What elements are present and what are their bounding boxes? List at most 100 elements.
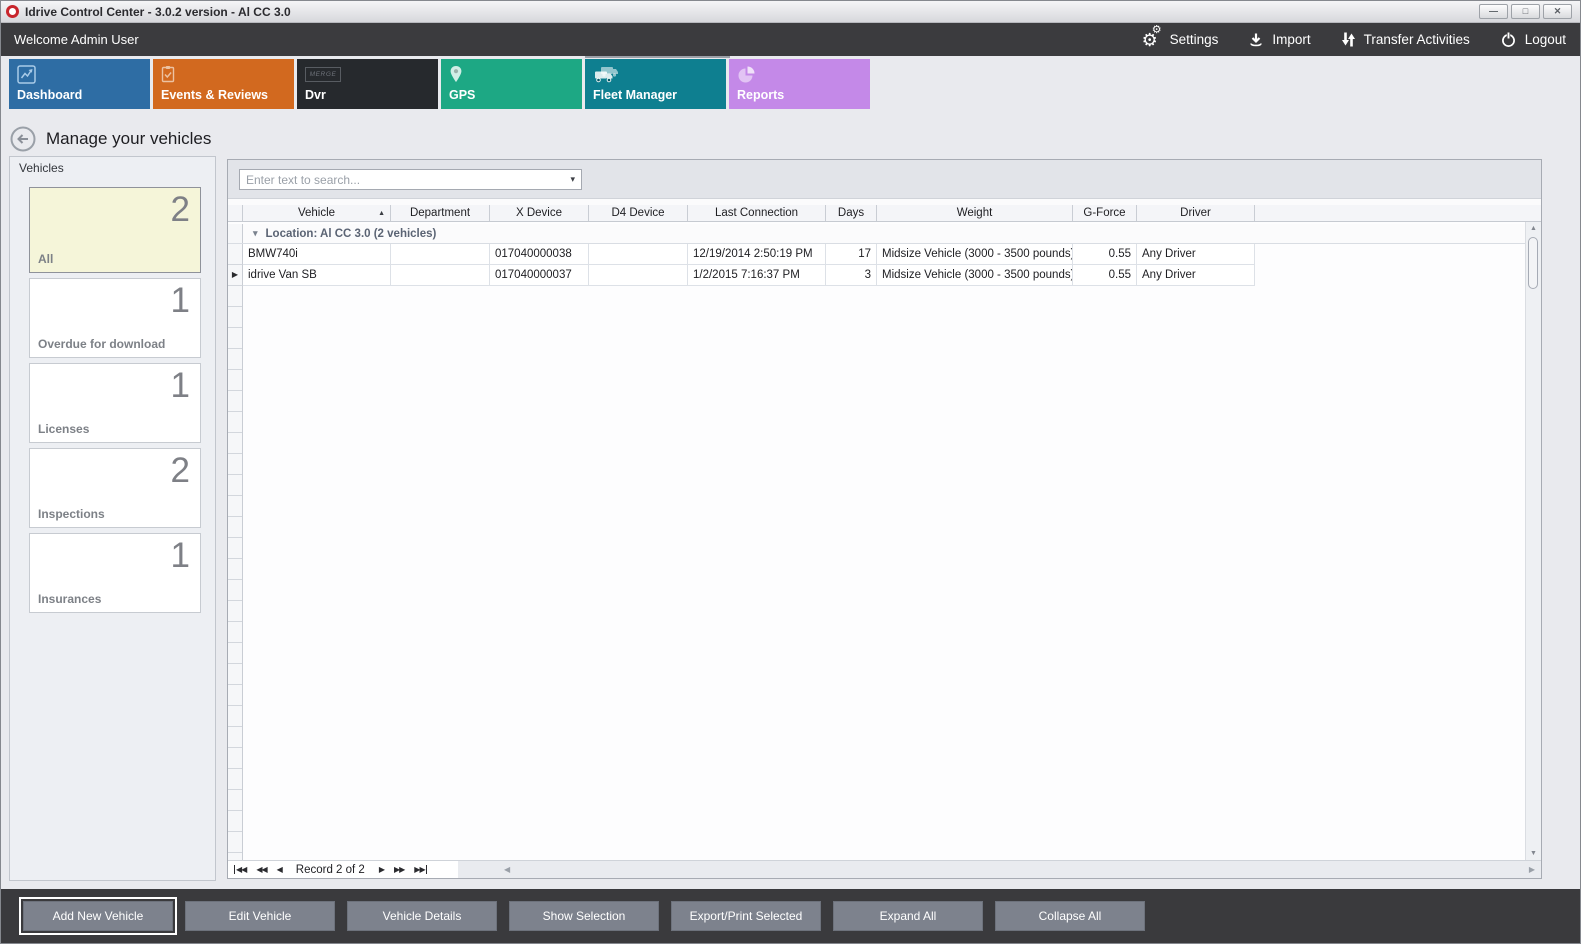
scroll-left-icon[interactable]: ◀ bbox=[504, 861, 510, 878]
column-header-driver[interactable]: Driver bbox=[1137, 205, 1255, 221]
search-input[interactable] bbox=[240, 173, 570, 187]
tab-gps[interactable]: GPS bbox=[441, 59, 582, 109]
column-header-vehicle[interactable]: Vehicle ▲ bbox=[243, 205, 391, 221]
tab-label: Dashboard bbox=[17, 88, 82, 102]
card-inspections[interactable]: 2 Inspections bbox=[29, 448, 201, 528]
collapse-all-button[interactable]: Collapse All bbox=[995, 901, 1145, 931]
prev-page-button[interactable]: ◀◀ bbox=[256, 865, 266, 874]
card-label: Inspections bbox=[38, 507, 105, 521]
last-record-button[interactable]: ▶▶ bbox=[414, 865, 426, 874]
transfer-arrows-icon bbox=[1341, 31, 1356, 48]
tab-label: Dvr bbox=[305, 88, 326, 102]
close-button[interactable]: ✕ bbox=[1543, 4, 1572, 19]
logout-button[interactable]: Logout bbox=[1500, 31, 1566, 48]
card-all[interactable]: 2 All bbox=[29, 187, 201, 273]
empty-row-indicator-column bbox=[228, 286, 243, 860]
cell-weight: Midsize Vehicle (3000 - 3500 pounds) bbox=[877, 265, 1073, 286]
edit-vehicle-button[interactable]: Edit Vehicle bbox=[185, 901, 335, 931]
cell-department bbox=[391, 265, 490, 286]
minimize-button[interactable]: — bbox=[1479, 4, 1508, 19]
column-header-department[interactable]: Department bbox=[391, 205, 490, 221]
grid-pager: ◀◀ ◀◀ ◀ Record 2 of 2 ▶ ▶▶ ▶▶ ◀ ▶ bbox=[228, 860, 1541, 878]
card-count: 2 bbox=[171, 451, 190, 491]
tab-fleet-manager[interactable]: Fleet Manager bbox=[585, 59, 726, 109]
group-row-label: Location: Al CC 3.0 (2 vehicles) bbox=[266, 228, 437, 240]
welcome-text: Welcome Admin User bbox=[14, 32, 139, 47]
merge-badge-icon: MERGE bbox=[305, 65, 341, 83]
card-licenses[interactable]: 1 Licenses bbox=[29, 363, 201, 443]
grid-search-band: ▾ bbox=[228, 160, 1541, 199]
prev-record-button[interactable]: ◀ bbox=[277, 865, 282, 874]
column-header-days[interactable]: Days bbox=[826, 205, 877, 221]
vehicles-sidebar: Vehicles 2 All 1 Overdue for download 1 … bbox=[9, 156, 216, 881]
group-row-location[interactable]: ▾ Location: Al CC 3.0 (2 vehicles) bbox=[228, 224, 1541, 244]
next-record-button[interactable]: ▶ bbox=[379, 865, 384, 874]
vehicle-filter-cards: 2 All 1 Overdue for download 1 Licenses … bbox=[10, 181, 215, 613]
cell-vehicle: idrive Van SB bbox=[243, 265, 391, 286]
vehicles-grid: ▾ Vehicle ▲ Department X Device D4 Devic… bbox=[227, 159, 1542, 879]
sidebar-caption: Vehicles bbox=[10, 157, 215, 181]
card-overdue-for-download[interactable]: 1 Overdue for download bbox=[29, 278, 201, 358]
table-row-selected[interactable]: ▶ idrive Van SB 017040000037 1/2/2015 7:… bbox=[228, 265, 1541, 286]
power-icon bbox=[1500, 31, 1517, 48]
collapse-group-icon[interactable]: ▾ bbox=[253, 228, 258, 239]
cell-last-connection: 1/2/2015 7:16:37 PM bbox=[688, 265, 826, 286]
first-record-button[interactable]: ◀◀ bbox=[234, 865, 246, 874]
import-label: Import bbox=[1272, 32, 1310, 47]
next-page-button[interactable]: ▶▶ bbox=[394, 865, 404, 874]
import-button[interactable]: Import bbox=[1248, 32, 1310, 48]
add-new-vehicle-button[interactable]: Add New Vehicle bbox=[23, 901, 173, 931]
grid-header-row: Vehicle ▲ Department X Device D4 Device … bbox=[228, 205, 1541, 222]
footer-button-bar: Add New Vehicle Edit Vehicle Vehicle Det… bbox=[1, 889, 1580, 943]
clipboard-check-icon bbox=[161, 65, 175, 83]
row-indicator-cell bbox=[228, 244, 243, 265]
transfer-activities-button[interactable]: Transfer Activities bbox=[1341, 31, 1470, 48]
card-label: Licenses bbox=[38, 422, 89, 436]
record-count-text: Record 2 of 2 bbox=[292, 864, 369, 876]
scroll-up-icon[interactable]: ▲ bbox=[1526, 225, 1541, 232]
cell-driver: Any Driver bbox=[1137, 265, 1255, 286]
cell-days: 17 bbox=[826, 244, 877, 265]
vehicle-details-button[interactable]: Vehicle Details bbox=[347, 901, 497, 931]
gears-icon: ⚙⚙ bbox=[1142, 31, 1162, 49]
merge-badge-text: MERGE bbox=[305, 67, 341, 82]
column-header-last-connection[interactable]: Last Connection bbox=[688, 205, 826, 221]
column-header-x-device[interactable]: X Device bbox=[490, 205, 589, 221]
maximize-button[interactable]: □ bbox=[1511, 4, 1540, 19]
cell-x-device: 017040000037 bbox=[490, 265, 589, 286]
tab-dvr[interactable]: MERGE Dvr bbox=[297, 59, 438, 109]
scroll-right-icon[interactable]: ▶ bbox=[1529, 861, 1535, 878]
settings-label: Settings bbox=[1170, 32, 1219, 47]
export-print-selected-button[interactable]: Export/Print Selected bbox=[671, 901, 821, 931]
cell-g-force: 0.55 bbox=[1073, 265, 1137, 286]
top-toolbar: Welcome Admin User ⚙⚙ Settings Import Tr… bbox=[1, 23, 1580, 56]
settings-button[interactable]: ⚙⚙ Settings bbox=[1142, 31, 1219, 49]
sort-ascending-icon: ▲ bbox=[378, 210, 385, 217]
cell-weight: Midsize Vehicle (3000 - 3500 pounds) bbox=[877, 244, 1073, 265]
vertical-scroll-thumb[interactable] bbox=[1528, 237, 1538, 289]
tab-reports[interactable]: Reports bbox=[729, 59, 870, 109]
card-label: All bbox=[38, 252, 53, 266]
scroll-down-icon[interactable]: ▼ bbox=[1526, 850, 1541, 857]
horizontal-scrollbar[interactable]: ◀ ▶ bbox=[458, 861, 1541, 878]
record-navigation: ◀◀ ◀◀ ◀ Record 2 of 2 ▶ ▶▶ ▶▶ bbox=[228, 864, 458, 876]
dropdown-arrow-icon[interactable]: ▾ bbox=[570, 174, 581, 185]
back-button[interactable] bbox=[10, 126, 36, 152]
module-tabstrip: Dashboard Events & Reviews MERGE Dvr GPS… bbox=[1, 56, 1580, 112]
tab-dashboard[interactable]: Dashboard bbox=[9, 59, 150, 109]
card-insurances[interactable]: 1 Insurances bbox=[29, 533, 201, 613]
tab-events-reviews[interactable]: Events & Reviews bbox=[153, 59, 294, 109]
column-header-g-force[interactable]: G-Force bbox=[1073, 205, 1137, 221]
column-header-d4-device[interactable]: D4 Device bbox=[589, 205, 688, 221]
card-count: 2 bbox=[171, 190, 190, 230]
tab-label: Reports bbox=[737, 88, 784, 102]
vertical-scrollbar[interactable]: ▲ ▼ bbox=[1525, 222, 1541, 860]
title-bar: Idrive Control Center - 3.0.2 version - … bbox=[1, 1, 1580, 23]
table-row[interactable]: BMW740i 017040000038 12/19/2014 2:50:19 … bbox=[228, 244, 1541, 265]
trucks-icon bbox=[593, 65, 619, 83]
tab-label: Events & Reviews bbox=[161, 88, 268, 102]
cell-driver: Any Driver bbox=[1137, 244, 1255, 265]
show-selection-button[interactable]: Show Selection bbox=[509, 901, 659, 931]
expand-all-button[interactable]: Expand All bbox=[833, 901, 983, 931]
column-header-weight[interactable]: Weight bbox=[877, 205, 1073, 221]
